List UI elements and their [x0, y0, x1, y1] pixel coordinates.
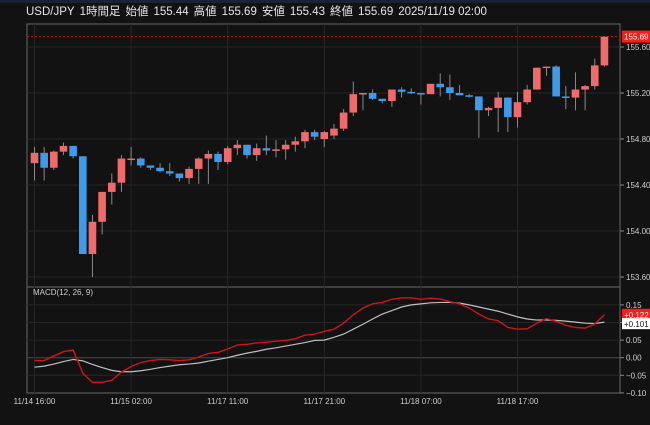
macd-tick-label: 0.00 [626, 354, 642, 363]
candle-down [552, 66, 560, 97]
time-tick-label: 11/14 16:00 [14, 397, 56, 406]
candle-up [59, 145, 68, 152]
candle-down [368, 93, 377, 99]
price-tick-label: 153.60 [626, 273, 650, 282]
candle-up [252, 148, 261, 156]
plot-frame [26, 23, 621, 394]
candle-up [194, 158, 203, 169]
candle-up [117, 158, 126, 183]
candle-down [136, 158, 145, 166]
time-tick-label: 11/17 11:00 [207, 397, 249, 406]
candle-up [281, 144, 290, 150]
price-tick-label: 154.80 [626, 135, 650, 144]
candle-down [446, 87, 454, 93]
candle-down [475, 96, 483, 111]
candle-up [291, 141, 300, 145]
macd-tick-label: −0.05 [626, 371, 647, 380]
candle-up [233, 144, 242, 149]
candle-down [156, 167, 164, 172]
price-tick-label: 155.20 [626, 89, 650, 98]
candle-down [79, 156, 87, 254]
candle-up [301, 132, 309, 142]
candle-down [504, 97, 512, 118]
signal-line [34, 301, 605, 373]
time-tick-label: 11/18 17:00 [497, 397, 539, 406]
candle-down [562, 96, 570, 98]
candle-up [30, 152, 39, 164]
candle-down [175, 173, 184, 179]
candle-up [50, 151, 58, 168]
candle-up [359, 93, 367, 95]
candle-up [127, 158, 135, 161]
candle-up [533, 67, 541, 90]
candle-down [407, 91, 416, 94]
candle-up [88, 221, 97, 254]
macd-tick-label: 0.05 [626, 336, 642, 345]
candle-down [436, 83, 445, 88]
candle-up [571, 89, 580, 98]
candle-up [494, 97, 502, 108]
price-tick-label: 154.00 [626, 227, 650, 236]
macd-tick-label: 0.15 [626, 301, 642, 310]
candle-up [581, 86, 589, 90]
signal-value-label: +0.101 [624, 320, 649, 329]
candle-down [243, 144, 251, 156]
candle-up [98, 191, 106, 222]
chart-canvas[interactable]: 155.60 155.20 154.80 154.40 154.00 153.60 0.15… [0, 0, 650, 425]
candle-up [339, 112, 348, 129]
candle-up [484, 107, 493, 111]
time-tick-label: 11/18 07:00 [400, 397, 442, 406]
candle-down [214, 153, 222, 162]
candle-up [223, 148, 232, 162]
candle-down [397, 89, 406, 92]
price-tick-label: 155.60 [626, 43, 650, 52]
time-tick-label: 11/15 02:00 [110, 397, 152, 406]
candle-down [165, 171, 174, 174]
candle-up [600, 36, 609, 66]
macd-title: MACD(12, 26, 9) [33, 288, 93, 297]
candle-up [204, 153, 213, 159]
last-price-label: 155.69 [624, 33, 649, 42]
candle-up [426, 83, 435, 95]
candle-up [542, 66, 551, 69]
candle-up [320, 132, 329, 139]
time-tick-label: 11/17 21:00 [303, 397, 345, 406]
price-tick-label: 154.40 [626, 181, 650, 190]
candle-down [310, 132, 319, 137]
candle-down [378, 98, 387, 102]
candle-up [523, 89, 531, 103]
candle-up [349, 94, 358, 113]
candle-down [417, 93, 425, 95]
candle-up [330, 128, 338, 136]
candle-up [185, 168, 193, 179]
candle-up [388, 89, 396, 102]
candle-down [455, 93, 464, 96]
candle-down [40, 152, 48, 168]
candle-up [107, 182, 116, 192]
candle-down [146, 165, 155, 168]
candle-up [272, 149, 280, 151]
candle-up [590, 65, 599, 87]
candle-up [513, 102, 522, 118]
candle-down [69, 145, 77, 157]
candle-down [262, 148, 271, 151]
candle-down [465, 95, 473, 97]
macd-tick-label: −0.10 [626, 389, 647, 398]
